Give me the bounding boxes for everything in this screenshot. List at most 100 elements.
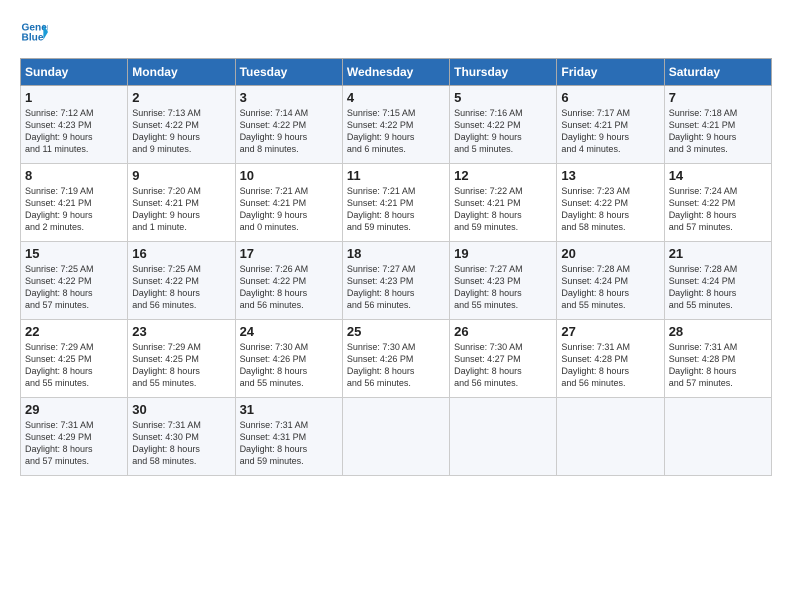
calendar-cell: 10Sunrise: 7:21 AMSunset: 4:21 PMDayligh… — [235, 164, 342, 242]
calendar-cell: 17 Sunrise: 7:26 AMSunset: 4:22 PMDayligh… — [235, 242, 342, 320]
calendar-cell: 3 Sunrise: 7:14 AMSunset: 4:22 PMDaylight… — [235, 86, 342, 164]
day-number: 17 — [240, 246, 338, 261]
cell-info: Sunrise: 7:31 AMSunset: 4:28 PMDaylight:… — [561, 341, 659, 390]
day-number: 8 — [25, 168, 123, 183]
cell-info: Sunrise: 7:31 AMSunset: 4:31 PMDaylight:… — [240, 419, 338, 468]
calendar-table: SundayMondayTuesdayWednesdayThursdayFrid… — [20, 58, 772, 476]
cell-info: Sunrise: 7:24 AMSunset: 4:22 PMDaylight:… — [669, 185, 767, 234]
cell-info: Sunrise: 7:28 AMSunset: 4:24 PMDaylight:… — [561, 263, 659, 312]
calendar-cell — [664, 398, 771, 476]
calendar-cell — [342, 398, 449, 476]
calendar-cell: 6 Sunrise: 7:17 AMSunset: 4:21 PMDaylight… — [557, 86, 664, 164]
cell-info: Sunrise: 7:30 AMSunset: 4:27 PMDaylight:… — [454, 341, 552, 390]
day-number: 20 — [561, 246, 659, 261]
header-cell-friday: Friday — [557, 59, 664, 86]
week-row-4: 22Sunrise: 7:29 AMSunset: 4:25 PMDayligh… — [21, 320, 772, 398]
cell-info: Sunrise: 7:19 AMSunset: 4:21 PMDaylight:… — [25, 185, 123, 234]
cell-info: Sunrise: 7:25 AMSunset: 4:22 PMDaylight:… — [132, 263, 230, 312]
calendar-cell: 5 Sunrise: 7:16 AMSunset: 4:22 PMDaylight… — [450, 86, 557, 164]
calendar-cell: 9Sunrise: 7:20 AMSunset: 4:21 PMDaylight… — [128, 164, 235, 242]
calendar-cell: 20 Sunrise: 7:28 AMSunset: 4:24 PMDayligh… — [557, 242, 664, 320]
cell-info: Sunrise: 7:31 AMSunset: 4:29 PMDaylight:… — [25, 419, 123, 468]
day-number: 25 — [347, 324, 445, 339]
logo: General Blue — [20, 18, 48, 46]
calendar-cell: 12 Sunrise: 7:22 AMSunset: 4:21 PMDayligh… — [450, 164, 557, 242]
day-number: 28 — [669, 324, 767, 339]
cell-info: Sunrise: 7:16 AMSunset: 4:22 PMDaylight:… — [454, 107, 552, 156]
header-cell-sunday: Sunday — [21, 59, 128, 86]
calendar-cell: 25 Sunrise: 7:30 AMSunset: 4:26 PMDayligh… — [342, 320, 449, 398]
calendar-cell: 29 Sunrise: 7:31 AMSunset: 4:29 PMDayligh… — [21, 398, 128, 476]
day-number: 1 — [25, 90, 123, 105]
week-row-5: 29 Sunrise: 7:31 AMSunset: 4:29 PMDayligh… — [21, 398, 772, 476]
cell-info: Sunrise: 7:31 AMSunset: 4:30 PMDaylight:… — [132, 419, 230, 468]
header-cell-wednesday: Wednesday — [342, 59, 449, 86]
cell-info: Sunrise: 7:12 AMSunset: 4:23 PMDaylight:… — [25, 107, 123, 156]
calendar-cell: 31 Sunrise: 7:31 AMSunset: 4:31 PMDayligh… — [235, 398, 342, 476]
calendar-cell: 14 Sunrise: 7:24 AMSunset: 4:22 PMDayligh… — [664, 164, 771, 242]
cell-info: Sunrise: 7:31 AMSunset: 4:28 PMDaylight:… — [669, 341, 767, 390]
cell-info: Sunrise: 7:22 AMSunset: 4:21 PMDaylight:… — [454, 185, 552, 234]
cell-info: Sunrise: 7:14 AMSunset: 4:22 PMDaylight:… — [240, 107, 338, 156]
day-number: 21 — [669, 246, 767, 261]
day-number: 2 — [132, 90, 230, 105]
calendar-cell: 1 Sunrise: 7:12 AMSunset: 4:23 PMDaylight… — [21, 86, 128, 164]
calendar-cell: 11 Sunrise: 7:21 AMSunset: 4:21 PMDayligh… — [342, 164, 449, 242]
cell-info: Sunrise: 7:30 AMSunset: 4:26 PMDaylight:… — [240, 341, 338, 390]
header-cell-thursday: Thursday — [450, 59, 557, 86]
calendar-cell: 27Sunrise: 7:31 AMSunset: 4:28 PMDayligh… — [557, 320, 664, 398]
page: General Blue SundayMondayTuesdayWednesda… — [0, 0, 792, 486]
cell-info: Sunrise: 7:23 AMSunset: 4:22 PMDaylight:… — [561, 185, 659, 234]
calendar-cell: 7Sunrise: 7:18 AMSunset: 4:21 PMDaylight… — [664, 86, 771, 164]
calendar-cell: 26 Sunrise: 7:30 AMSunset: 4:27 PMDayligh… — [450, 320, 557, 398]
day-number: 7 — [669, 90, 767, 105]
header-cell-saturday: Saturday — [664, 59, 771, 86]
cell-info: Sunrise: 7:30 AMSunset: 4:26 PMDaylight:… — [347, 341, 445, 390]
day-number: 30 — [132, 402, 230, 417]
cell-info: Sunrise: 7:28 AMSunset: 4:24 PMDaylight:… — [669, 263, 767, 312]
calendar-cell: 30 Sunrise: 7:31 AMSunset: 4:30 PMDayligh… — [128, 398, 235, 476]
day-number: 14 — [669, 168, 767, 183]
day-number: 6 — [561, 90, 659, 105]
calendar-cell: 22Sunrise: 7:29 AMSunset: 4:25 PMDayligh… — [21, 320, 128, 398]
day-number: 12 — [454, 168, 552, 183]
day-number: 5 — [454, 90, 552, 105]
svg-text:Blue: Blue — [22, 33, 44, 44]
cell-info: Sunrise: 7:27 AMSunset: 4:23 PMDaylight:… — [454, 263, 552, 312]
week-row-1: 1 Sunrise: 7:12 AMSunset: 4:23 PMDaylight… — [21, 86, 772, 164]
day-number: 15 — [25, 246, 123, 261]
cell-info: Sunrise: 7:25 AMSunset: 4:22 PMDaylight:… — [25, 263, 123, 312]
cell-info: Sunrise: 7:26 AMSunset: 4:22 PMDaylight:… — [240, 263, 338, 312]
week-row-2: 8 Sunrise: 7:19 AMSunset: 4:21 PMDaylight… — [21, 164, 772, 242]
cell-info: Sunrise: 7:13 AMSunset: 4:22 PMDaylight:… — [132, 107, 230, 156]
calendar-cell: 16 Sunrise: 7:25 AMSunset: 4:22 PMDayligh… — [128, 242, 235, 320]
calendar-cell: 18 Sunrise: 7:27 AMSunset: 4:23 PMDayligh… — [342, 242, 449, 320]
cell-info: Sunrise: 7:29 AMSunset: 4:25 PMDaylight:… — [25, 341, 123, 390]
week-row-3: 15 Sunrise: 7:25 AMSunset: 4:22 PMDayligh… — [21, 242, 772, 320]
calendar-cell: 8 Sunrise: 7:19 AMSunset: 4:21 PMDaylight… — [21, 164, 128, 242]
header: General Blue — [20, 18, 772, 46]
calendar-cell — [557, 398, 664, 476]
day-number: 18 — [347, 246, 445, 261]
day-number: 29 — [25, 402, 123, 417]
header-cell-tuesday: Tuesday — [235, 59, 342, 86]
header-row: SundayMondayTuesdayWednesdayThursdayFrid… — [21, 59, 772, 86]
day-number: 23 — [132, 324, 230, 339]
day-number: 4 — [347, 90, 445, 105]
day-number: 16 — [132, 246, 230, 261]
calendar-cell: 2 Sunrise: 7:13 AMSunset: 4:22 PMDaylight… — [128, 86, 235, 164]
cell-info: Sunrise: 7:27 AMSunset: 4:23 PMDaylight:… — [347, 263, 445, 312]
cell-info: Sunrise: 7:17 AMSunset: 4:21 PMDaylight:… — [561, 107, 659, 156]
calendar-cell: 15 Sunrise: 7:25 AMSunset: 4:22 PMDayligh… — [21, 242, 128, 320]
day-number: 11 — [347, 168, 445, 183]
calendar-cell: 28 Sunrise: 7:31 AMSunset: 4:28 PMDayligh… — [664, 320, 771, 398]
cell-info: Sunrise: 7:15 AMSunset: 4:22 PMDaylight:… — [347, 107, 445, 156]
day-number: 26 — [454, 324, 552, 339]
calendar-cell — [450, 398, 557, 476]
cell-info: Sunrise: 7:21 AMSunset: 4:21 PMDaylight:… — [347, 185, 445, 234]
day-number: 3 — [240, 90, 338, 105]
day-number: 31 — [240, 402, 338, 417]
calendar-cell: 19 Sunrise: 7:27 AMSunset: 4:23 PMDayligh… — [450, 242, 557, 320]
day-number: 19 — [454, 246, 552, 261]
day-number: 13 — [561, 168, 659, 183]
